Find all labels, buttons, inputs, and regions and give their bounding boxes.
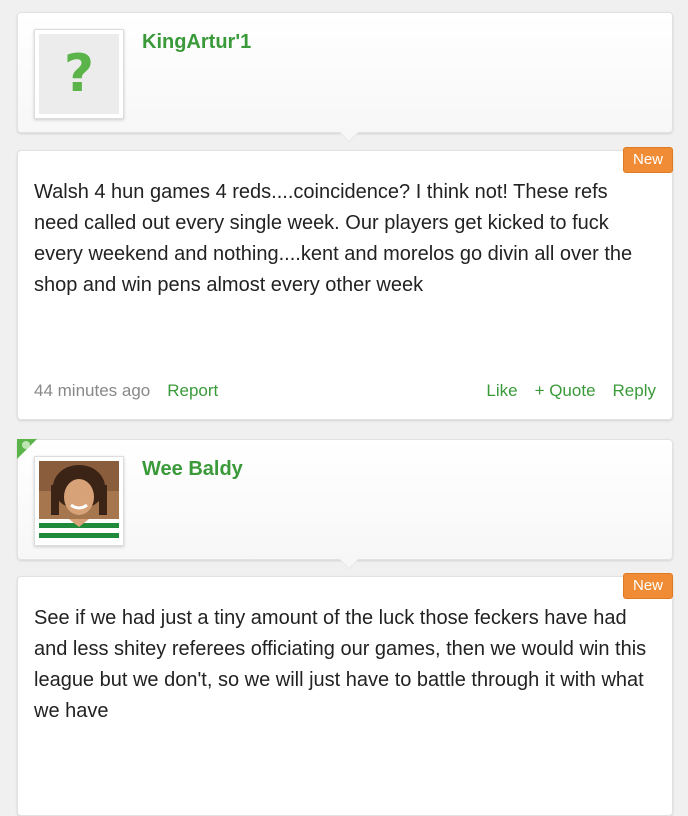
comment-2-body: New See if we had just a tiny amount of …	[17, 573, 673, 816]
comment-2-user-header: Wee Baldy	[17, 439, 673, 569]
player-photo-avatar	[39, 461, 119, 541]
comment-1-user-header: ? KingArtur'1	[17, 12, 673, 142]
comment-1-timestamp: 44 minutes ago	[34, 381, 151, 400]
comment-1-footer: 44 minutes ago Report Like + Quote Reply	[34, 381, 656, 401]
like-link[interactable]: Like	[486, 381, 517, 401]
comment-1-avatar[interactable]: ?	[34, 29, 124, 119]
comment-2-text: See if we had just a tiny amount of the …	[34, 607, 647, 722]
reply-link[interactable]: Reply	[613, 381, 656, 401]
comment-1-text: Walsh 4 hun games 4 reds....coincidence?…	[34, 181, 633, 296]
comment-1-username[interactable]: KingArtur'1	[142, 31, 251, 54]
question-mark-avatar-icon: ?	[39, 34, 119, 114]
player-photo-icon	[39, 461, 119, 541]
comment-2-username[interactable]: Wee Baldy	[142, 458, 243, 481]
comment-2-avatar[interactable]	[34, 456, 124, 546]
badge-dot-icon	[22, 441, 30, 449]
comment-1-body: New Walsh 4 hun games 4 reds....coincide…	[17, 147, 673, 420]
report-link[interactable]: Report	[167, 381, 218, 401]
new-badge: New	[622, 147, 673, 173]
quote-link[interactable]: + Quote	[535, 381, 596, 401]
new-badge: New	[622, 573, 673, 599]
